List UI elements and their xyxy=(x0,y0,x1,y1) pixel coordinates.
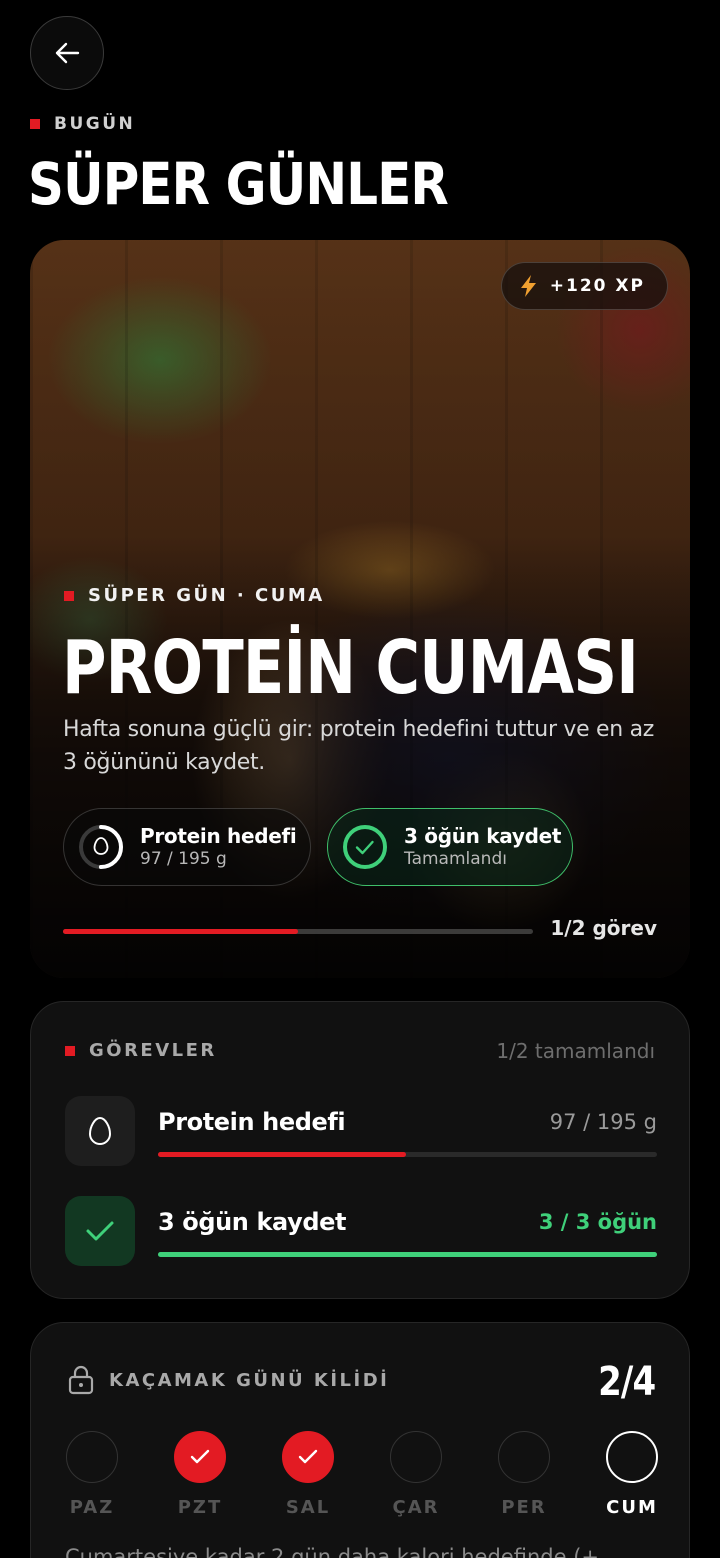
lightning-icon xyxy=(520,275,536,297)
tasks-heading-text: GÖREVLER xyxy=(89,1040,217,1061)
tasks-heading: GÖREVLER xyxy=(65,1040,217,1061)
check-icon xyxy=(298,1449,318,1464)
day-label: CUM xyxy=(606,1497,658,1518)
red-square-icon xyxy=(30,119,40,129)
task-icon-box xyxy=(65,1096,135,1166)
day-dot xyxy=(66,1431,118,1483)
chip-subtitle: Tamamlandı xyxy=(404,849,507,869)
red-square-icon xyxy=(65,1045,75,1056)
chip-title: 3 öğün kaydet xyxy=(404,824,562,848)
section-eyebrow: BUGÜN xyxy=(30,114,135,134)
tasks-card: GÖREVLER 1/2 tamamlandı Protein hedefi 9… xyxy=(30,1001,690,1299)
day-label: PER xyxy=(501,1497,547,1518)
page-title: SÜPER GÜNLER xyxy=(28,150,449,218)
chip-title: Protein hedefi xyxy=(140,824,297,848)
day-fri[interactable]: CUM xyxy=(605,1431,659,1518)
task-icon-box xyxy=(65,1196,135,1266)
eyebrow-text: BUGÜN xyxy=(54,114,136,134)
hero-progress-label: 1/2 görev xyxy=(550,916,657,940)
hero-progress-fill xyxy=(63,929,298,934)
chip-subtitle: 97 / 195 g xyxy=(140,849,227,869)
task-progress-fill xyxy=(158,1152,406,1157)
cheat-day-note: Cumartesiye kadar 2 gün daha kalori hede… xyxy=(65,1545,599,1558)
day-mon[interactable]: PZT xyxy=(173,1431,227,1518)
tasks-meta: 1/2 tamamlandı xyxy=(496,1039,655,1063)
task-name: 3 öğün kaydet xyxy=(158,1208,347,1236)
day-sun[interactable]: PAZ xyxy=(65,1431,119,1518)
task-value: 3 / 3 öğün xyxy=(538,1210,657,1234)
day-dot-today xyxy=(606,1431,658,1483)
day-wed[interactable]: ÇAR xyxy=(389,1431,443,1518)
egg-icon xyxy=(88,1116,112,1145)
hero-progress-bar xyxy=(63,929,533,934)
day-dot xyxy=(498,1431,550,1483)
day-tue[interactable]: SAL xyxy=(281,1431,335,1518)
log-meals-chip[interactable]: 3 öğün kaydet Tamamlandı xyxy=(327,808,573,886)
hero-eyebrow-text: SÜPER GÜN · CUMA xyxy=(88,585,325,606)
check-icon xyxy=(86,1221,114,1241)
day-label: ÇAR xyxy=(392,1497,440,1518)
back-button[interactable] xyxy=(30,16,104,90)
day-label: SAL xyxy=(285,1497,331,1518)
arrow-left-icon xyxy=(55,42,80,64)
hero-card[interactable]: +120 XP SÜPER GÜN · CUMA PROTEİN CUMASI … xyxy=(30,240,690,978)
task-progress-bar xyxy=(158,1252,657,1257)
task-row-meals[interactable]: 3 öğün kaydet 3 / 3 öğün xyxy=(65,1196,657,1268)
red-square-icon xyxy=(64,590,74,601)
progress-ring-icon xyxy=(79,825,123,869)
lock-icon xyxy=(68,1365,94,1395)
task-name: Protein hedefi xyxy=(158,1108,346,1136)
task-progress-bar xyxy=(158,1152,657,1157)
xp-text: +120 XP xyxy=(549,276,645,296)
day-dot-done xyxy=(282,1431,334,1483)
day-tracker: PAZ PZT SAL ÇAR PER CUM xyxy=(65,1431,659,1518)
task-value: 97 / 195 g xyxy=(549,1110,657,1134)
check-icon xyxy=(190,1449,210,1464)
xp-badge: +120 XP xyxy=(500,262,668,310)
task-progress-fill xyxy=(158,1252,657,1257)
cheat-heading-text: KAÇAMAK GÜNÜ KİLİDİ xyxy=(109,1369,390,1391)
hero-title: PROTEİN CUMASI xyxy=(62,625,639,711)
check-circle-icon xyxy=(343,825,387,869)
task-row-protein[interactable]: Protein hedefi 97 / 195 g xyxy=(65,1096,657,1168)
cheat-day-count: 2/4 xyxy=(597,1359,656,1405)
day-dot-done xyxy=(174,1431,226,1483)
day-label: PAZ xyxy=(69,1497,115,1518)
cheat-day-card: KAÇAMAK GÜNÜ KİLİDİ 2/4 PAZ PZT SAL ÇAR … xyxy=(30,1322,690,1558)
day-thu[interactable]: PER xyxy=(497,1431,551,1518)
day-dot xyxy=(390,1431,442,1483)
hero-eyebrow: SÜPER GÜN · CUMA xyxy=(64,585,325,606)
hero-description: Hafta sonuna güçlü gir: protein hedefini… xyxy=(63,717,655,775)
protein-goal-chip[interactable]: Protein hedefi 97 / 195 g xyxy=(63,808,311,886)
cheat-day-heading: KAÇAMAK GÜNÜ KİLİDİ xyxy=(67,1365,389,1395)
day-label: PZT xyxy=(177,1497,223,1518)
